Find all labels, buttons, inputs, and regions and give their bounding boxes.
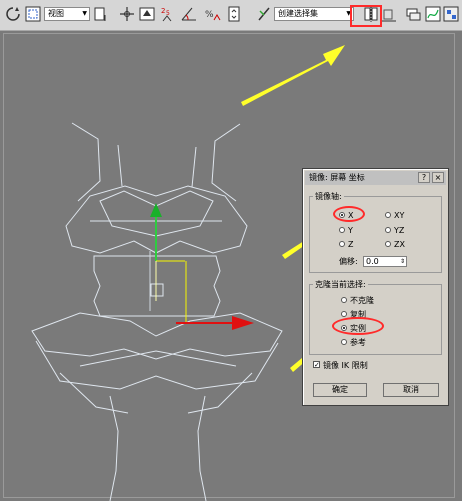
dialog-title: 镜像: 屏幕 坐标 xyxy=(309,173,365,182)
checkmark-icon: ✓ xyxy=(313,361,320,369)
axis-z-label: Z xyxy=(348,240,354,249)
axis-zx-label: ZX xyxy=(394,240,405,249)
main-toolbar: 视图 2 5 % 创建选择集 xyxy=(0,0,462,31)
ok-button[interactable]: 确定 xyxy=(313,383,367,397)
help-button[interactable]: ? xyxy=(418,172,430,183)
axis-xy-label: XY xyxy=(394,211,405,220)
radio-dot xyxy=(341,310,347,317)
offset-label: 偏移: xyxy=(339,257,358,266)
mirror-dialog: 镜像: 屏幕 坐标 ? × 镜像轴: X XY Y YZ Z ZX 偏移: 0.… xyxy=(302,168,449,406)
clone-reference-radio[interactable]: 参考 xyxy=(341,338,366,348)
select-region-icon[interactable] xyxy=(24,5,42,23)
curve-editor-icon[interactable] xyxy=(424,5,442,23)
radio-dot xyxy=(339,240,345,247)
clone-group: 克隆当前选择: xyxy=(309,279,442,355)
align-icon[interactable] xyxy=(380,5,398,23)
view-dropdown[interactable]: 视图 xyxy=(44,7,90,21)
clone-label: 克隆当前选择: xyxy=(315,280,366,289)
svg-text:2: 2 xyxy=(161,7,165,15)
axis-y-radio[interactable]: Y xyxy=(339,226,353,236)
axis-z-radio[interactable]: Z xyxy=(339,240,353,250)
radio-dot xyxy=(339,226,345,233)
cancel-button[interactable]: 取消 xyxy=(383,383,439,397)
axis-yz-label: YZ xyxy=(394,226,405,235)
radio-dot xyxy=(385,240,391,247)
close-button[interactable]: × xyxy=(432,172,444,183)
mirror-ik-label: 镜像 IK 限制 xyxy=(323,361,368,370)
mirror-ik-checkbox[interactable]: ✓ 镜像 IK 限制 xyxy=(313,361,368,371)
highlight-ellipse-axis-x xyxy=(333,206,365,222)
highlight-box xyxy=(350,5,382,27)
clone-none-label: 不克隆 xyxy=(350,296,374,305)
radio-dot xyxy=(385,226,391,233)
rotate-icon[interactable] xyxy=(4,5,22,23)
axis-zx-radio[interactable]: ZX xyxy=(385,240,405,250)
clone-none-radio[interactable]: 不克隆 xyxy=(341,296,374,306)
clone-reference-label: 参考 xyxy=(350,338,366,347)
percent-snap-icon[interactable]: % xyxy=(204,5,222,23)
spinner-arrows-icon[interactable]: ⇕ xyxy=(400,257,405,266)
edit-named-selection-icon[interactable] xyxy=(256,5,274,23)
move-icon[interactable] xyxy=(118,5,136,23)
dialog-titlebar[interactable]: 镜像: 屏幕 坐标 ? × xyxy=(305,171,446,185)
radio-dot xyxy=(341,296,347,303)
select-manipulate-icon[interactable] xyxy=(138,5,156,23)
schematic-view-icon[interactable] xyxy=(442,5,460,23)
selection-set-dropdown[interactable]: 创建选择集 xyxy=(274,7,354,21)
pivot-icon[interactable] xyxy=(92,5,110,23)
snap-2-5-icon[interactable]: 2 5 xyxy=(160,5,178,23)
spinner-snap-icon[interactable] xyxy=(226,5,244,23)
angle-snap-icon[interactable] xyxy=(180,5,198,23)
svg-text:%: % xyxy=(205,10,214,20)
mirror-axis-label: 镜像轴: xyxy=(315,192,342,201)
highlight-ellipse-instance xyxy=(332,317,384,335)
axis-xy-radio[interactable]: XY xyxy=(385,211,404,221)
layer-manager-icon[interactable] xyxy=(404,5,422,23)
radio-dot xyxy=(385,211,391,218)
offset-value: 0.0 xyxy=(366,257,379,266)
axis-yz-radio[interactable]: YZ xyxy=(385,226,404,236)
radio-dot xyxy=(341,338,347,345)
axis-y-label: Y xyxy=(348,226,353,235)
offset-spinner[interactable]: 0.0 ⇕ xyxy=(363,256,407,267)
